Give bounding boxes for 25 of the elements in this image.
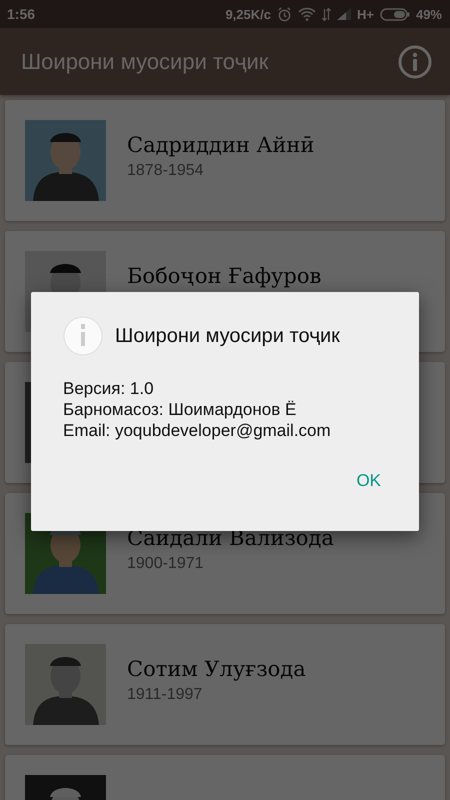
dialog-text: Версия: 1.0 [63, 378, 155, 399]
poet-years: 1900-1971 [127, 555, 205, 573]
poet-years: 1911-1997 [127, 686, 204, 704]
dialog-text: Email: yoqubdeveloper@gmail.com [63, 420, 332, 441]
data-arrows-icon [322, 8, 331, 20]
poet-card[interactable]: Садриддин Айнӣ 1878-1954 [5, 100, 445, 221]
network-speed: 9,25K/с [225, 6, 271, 22]
dialog-text: Барномасоз: Шоимардонов Ё [63, 399, 298, 420]
poet-name: Сотим Улуғзода [127, 657, 306, 681]
dialog-title: Шоирони муосири тоҷик [115, 324, 340, 348]
poet-name: Садриддин Айнӣ [127, 133, 314, 157]
battery-level: 49% [416, 6, 442, 22]
status-time: 1:56 [7, 6, 36, 22]
alarm-clock-icon [276, 6, 292, 22]
poet-card[interactable]: Сотим Улуғзода 1911-1997 [5, 624, 445, 745]
poet-name: Саидалӣ Вализода [127, 526, 334, 550]
info-icon [63, 316, 103, 356]
wifi-icon [298, 7, 316, 21]
app-title: Шоирони муосири тоҷик [21, 48, 268, 74]
signal-icon [336, 8, 351, 20]
network-type: H+ [356, 6, 374, 22]
battery-icon [380, 8, 410, 20]
poet-name: Бобоҷон Ғафуров [127, 264, 322, 288]
info-icon[interactable] [398, 44, 432, 78]
poet-years: 1878-1954 [127, 162, 205, 180]
